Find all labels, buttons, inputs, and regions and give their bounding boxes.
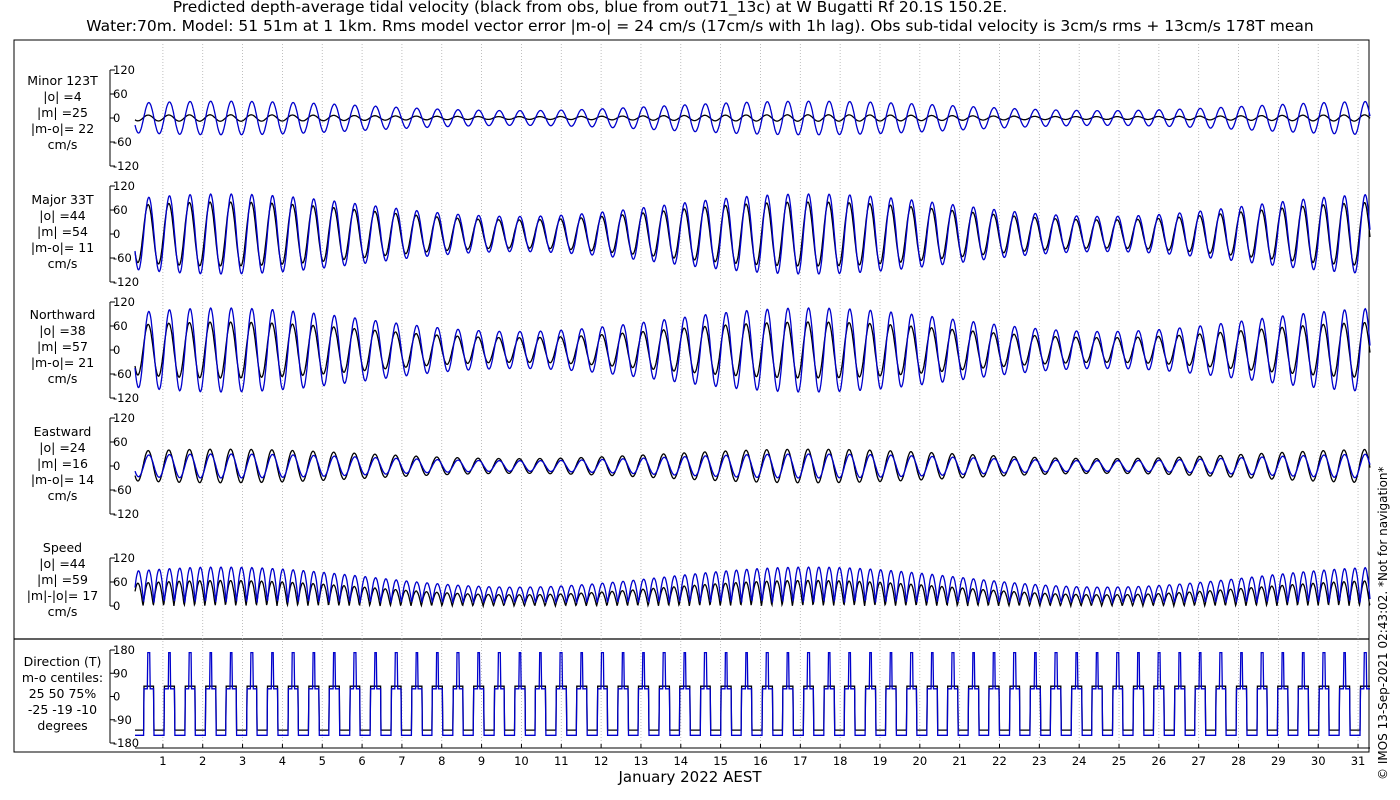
y-tick-label: 90 bbox=[113, 666, 128, 680]
panel-label-line: |m-o|= 21 bbox=[30, 355, 95, 370]
tidal-velocity-chart: 1 2 3 4 5 6 7 8 9 10 11 12 13 14 15 16 17 18 19 20 21 22 23 24 2… bbox=[13, 39, 1371, 768]
x-tick-label: 25 bbox=[1112, 754, 1127, 768]
panel-label-line: |m| =16 bbox=[37, 456, 88, 471]
x-tick-label: 17 bbox=[793, 754, 808, 768]
x-tick-label: 14 bbox=[673, 754, 688, 768]
panel-label-line: |m-o|= 14 bbox=[30, 472, 95, 487]
y-tick-label: 120 bbox=[113, 411, 135, 425]
panel-label-line: Eastward bbox=[33, 424, 92, 439]
panel-label-line: cm/s bbox=[47, 488, 78, 503]
y-tick-label: 120 bbox=[113, 551, 135, 565]
x-axis-label: January 2022 AEST bbox=[618, 768, 762, 786]
panel-major-label: Major 33T |o| =44 |m| =54 |m-o|= 11 cm/s bbox=[10, 192, 115, 272]
x-tick-label: 18 bbox=[833, 754, 848, 768]
x-tick-label: 2 bbox=[199, 754, 206, 768]
panel-label-line: Speed bbox=[42, 540, 83, 555]
y-tick-label: -120 bbox=[113, 159, 139, 173]
panel-label-line: |o| =44 bbox=[39, 556, 86, 571]
panel-label-line: |o| =4 bbox=[43, 89, 82, 104]
x-tick-label: 3 bbox=[239, 754, 246, 768]
series-model-line bbox=[135, 651, 1370, 736]
panel-label-line: Direction (T) bbox=[23, 654, 102, 669]
x-tick-label: 29 bbox=[1271, 754, 1286, 768]
panel-minor-label: Minor 123T |o| =4 |m| =25 |m-o|= 22 cm/s bbox=[10, 73, 115, 153]
panel-label-line: |o| =44 bbox=[39, 208, 86, 223]
panel-label-line: |o| =24 bbox=[39, 440, 86, 455]
x-tick-label: 22 bbox=[992, 754, 1007, 768]
x-tick-label: 30 bbox=[1311, 754, 1326, 768]
x-tick-label: 19 bbox=[873, 754, 888, 768]
y-tick-label: 180 bbox=[113, 643, 135, 657]
x-tick-label: 31 bbox=[1351, 754, 1366, 768]
series-model-line bbox=[134, 307, 1371, 393]
panel-label-line: m-o centiles: bbox=[21, 670, 104, 685]
y-tick-label: -60 bbox=[113, 367, 132, 381]
panel-speed-label: Speed |o| =44 |m| =59 |m|-|o|= 17 cm/s bbox=[10, 540, 115, 620]
panel-label-line: degrees bbox=[37, 718, 88, 733]
series-model-line bbox=[134, 100, 1371, 136]
panel-label-line: -25 -19 -10 bbox=[27, 702, 98, 717]
y-tick-label: 60 bbox=[113, 575, 128, 589]
y-tick-label: -180 bbox=[113, 736, 139, 750]
x-tick-label: 5 bbox=[319, 754, 326, 768]
panel-label-line: cm/s bbox=[47, 137, 78, 152]
x-tick-label: 23 bbox=[1032, 754, 1047, 768]
y-tick-label: 120 bbox=[113, 63, 135, 77]
x-tick-label: 27 bbox=[1191, 754, 1206, 768]
y-tick-label: -60 bbox=[113, 135, 132, 149]
panel-label-line: cm/s bbox=[47, 604, 78, 619]
copyright-credit: © IMOS 13-Sep-2021 02:43:02. *Not for na… bbox=[1376, 466, 1390, 780]
x-tick-label: 28 bbox=[1231, 754, 1246, 768]
panel-label-line: Minor 123T bbox=[27, 73, 98, 88]
x-tick-label: 16 bbox=[753, 754, 768, 768]
panel-label-line: |m| =59 bbox=[37, 572, 88, 587]
series-model-line bbox=[134, 566, 1371, 605]
x-tick-label: 7 bbox=[398, 754, 405, 768]
x-tick-label: 1 bbox=[159, 754, 166, 768]
x-tick-label: 20 bbox=[913, 754, 928, 768]
panel-label-line: cm/s bbox=[47, 256, 78, 271]
panel-label-line: |o| =38 bbox=[39, 323, 86, 338]
panel-label-line: |m| =25 bbox=[37, 105, 88, 120]
y-tick-label: 120 bbox=[113, 179, 135, 193]
panel-label-line: Major 33T bbox=[31, 192, 94, 207]
x-tick-label: 24 bbox=[1072, 754, 1087, 768]
x-tick-label: 12 bbox=[594, 754, 609, 768]
panel-label-line: |m| =54 bbox=[37, 224, 88, 239]
x-tick-label: 4 bbox=[279, 754, 286, 768]
panel-label-line: |m-o|= 11 bbox=[30, 240, 95, 255]
panel-eastward-label: Eastward |o| =24 |m| =16 |m-o|= 14 cm/s bbox=[10, 424, 115, 504]
figure-frame bbox=[13, 39, 1370, 753]
x-tick-label: 13 bbox=[634, 754, 649, 768]
x-tick-label: 6 bbox=[358, 754, 365, 768]
panel-label-line: 25 50 75% bbox=[28, 686, 97, 701]
y-tick-label: 120 bbox=[113, 295, 135, 309]
y-tick-label: -120 bbox=[113, 391, 139, 405]
panel-label-line: |m| =57 bbox=[37, 339, 88, 354]
y-tick-label: -60 bbox=[113, 483, 132, 497]
y-tick-label: 60 bbox=[113, 87, 128, 101]
y-tick-label: 60 bbox=[113, 203, 128, 217]
panel-direction-label: Direction (T) m-o centiles: 25 50 75% -25 -… bbox=[10, 654, 115, 734]
series-model-line bbox=[134, 193, 1371, 275]
panel-label-line: Northward bbox=[29, 307, 96, 322]
x-tick-label: 21 bbox=[952, 754, 967, 768]
x-tick-label: 9 bbox=[478, 754, 485, 768]
y-tick-label: 60 bbox=[113, 319, 128, 333]
y-tick-label: -120 bbox=[113, 507, 139, 521]
y-tick-label: -60 bbox=[113, 251, 132, 265]
panel-label-line: cm/s bbox=[47, 371, 78, 386]
x-tick-label: 11 bbox=[554, 754, 569, 768]
x-tick-label: 10 bbox=[514, 754, 529, 768]
x-tick-label: 15 bbox=[713, 754, 728, 768]
y-tick-label: 60 bbox=[113, 435, 128, 449]
panel-northward-label: Northward |o| =38 |m| =57 |m-o|= 21 cm/s bbox=[10, 307, 115, 387]
panel-label-line: |m-o|= 22 bbox=[30, 121, 95, 136]
y-tick-label: -120 bbox=[113, 275, 139, 289]
panel-label-line: |m|-|o|= 17 bbox=[26, 588, 99, 603]
x-tick-label: 8 bbox=[438, 754, 445, 768]
x-tick-label: 26 bbox=[1152, 754, 1167, 768]
y-tick-label: -90 bbox=[113, 713, 132, 727]
